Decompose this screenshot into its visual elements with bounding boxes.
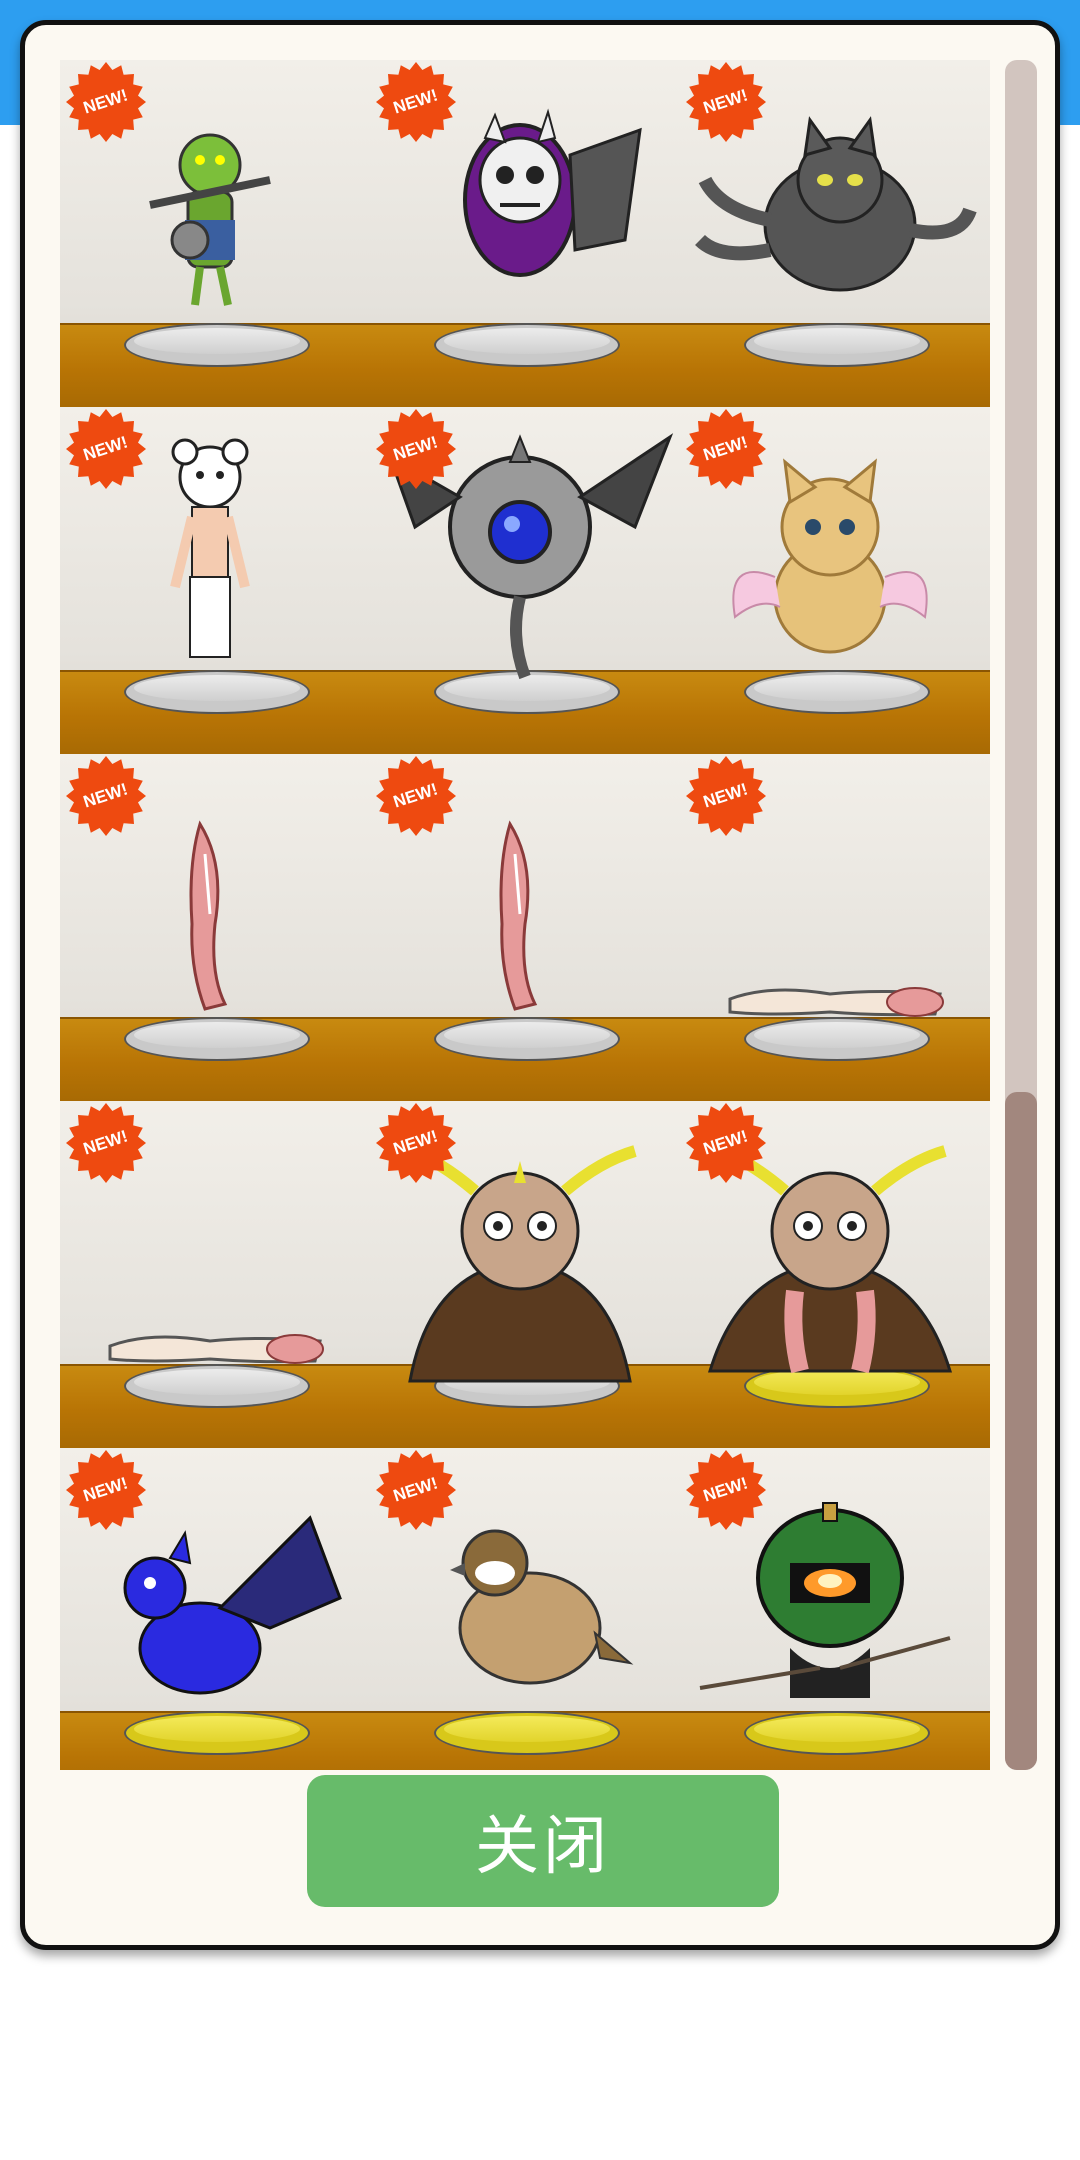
shelf-row: NEW! NEW! NEW! bbox=[60, 1101, 990, 1450]
new-badge-label: NEW! bbox=[391, 1126, 441, 1159]
shelf-row: NEW! NEW! NEW! bbox=[60, 754, 990, 1103]
new-badge-icon: NEW! bbox=[376, 1450, 456, 1530]
creature-slot-pumpkin-head[interactable]: NEW! bbox=[680, 1448, 990, 1770]
close-button[interactable]: 关闭 bbox=[307, 1775, 779, 1907]
creature-slot-orb-bat[interactable]: NEW! bbox=[370, 407, 680, 754]
shelf-row: NEW! NEW! NEW! bbox=[60, 1448, 990, 1770]
creature-slot-antlered-owl-cloak[interactable]: NEW! bbox=[370, 1101, 680, 1448]
new-badge-icon: NEW! bbox=[686, 62, 766, 142]
new-badge-icon: NEW! bbox=[686, 409, 766, 489]
new-badge-icon: NEW! bbox=[66, 409, 146, 489]
new-badge-icon: NEW! bbox=[66, 756, 146, 836]
new-badge-label: NEW! bbox=[81, 779, 131, 812]
scrollbar-thumb[interactable] bbox=[1005, 1092, 1037, 1770]
collection-modal: NEW! NEW! NEW! NEW! NEW! NEW! NEW! NEW! bbox=[20, 20, 1060, 1950]
new-badge-label: NEW! bbox=[391, 1473, 441, 1506]
new-badge-label: NEW! bbox=[81, 1126, 131, 1159]
new-badge-label: NEW! bbox=[701, 1126, 751, 1159]
new-badge-icon: NEW! bbox=[376, 756, 456, 836]
creature-slot-skull-shield[interactable]: NEW! bbox=[370, 60, 680, 407]
creature-slot-multi-tail-cat[interactable]: NEW! bbox=[680, 60, 990, 407]
new-badge-icon: NEW! bbox=[686, 1103, 766, 1183]
collection-grid[interactable]: NEW! NEW! NEW! NEW! NEW! NEW! NEW! NEW! bbox=[60, 60, 990, 1770]
creature-slot-goblin[interactable]: NEW! bbox=[60, 60, 370, 407]
creature-slot-muscle-arm[interactable]: NEW! bbox=[680, 754, 990, 1101]
new-badge-icon: NEW! bbox=[686, 1450, 766, 1530]
creature-slot-muscle-arm[interactable]: NEW! bbox=[60, 1101, 370, 1448]
new-badge-label: NEW! bbox=[391, 85, 441, 118]
shelf-row: NEW! NEW! NEW! bbox=[60, 60, 990, 409]
creature-slot-blue-dragon[interactable]: NEW! bbox=[60, 1448, 370, 1770]
new-badge-label: NEW! bbox=[391, 432, 441, 465]
new-badge-label: NEW! bbox=[81, 432, 131, 465]
new-badge-icon: NEW! bbox=[66, 1103, 146, 1183]
new-badge-icon: NEW! bbox=[66, 62, 146, 142]
new-badge-icon: NEW! bbox=[376, 409, 456, 489]
creature-slot-sparrow[interactable]: NEW! bbox=[370, 1448, 680, 1770]
creature-slot-winged-kitten[interactable]: NEW! bbox=[680, 407, 990, 754]
new-badge-label: NEW! bbox=[701, 85, 751, 118]
new-badge-icon: NEW! bbox=[66, 1450, 146, 1530]
new-badge-label: NEW! bbox=[391, 779, 441, 812]
creature-slot-antlered-owl-full[interactable]: NEW! bbox=[680, 1101, 990, 1448]
new-badge-label: NEW! bbox=[81, 1473, 131, 1506]
creature-slot-muscle-leg[interactable]: NEW! bbox=[370, 754, 680, 1101]
new-badge-label: NEW! bbox=[701, 432, 751, 465]
new-badge-label: NEW! bbox=[81, 85, 131, 118]
new-badge-label: NEW! bbox=[701, 779, 751, 812]
creature-slot-bear-mask-man[interactable]: NEW! bbox=[60, 407, 370, 754]
creature-slot-muscle-leg[interactable]: NEW! bbox=[60, 754, 370, 1101]
new-badge-icon: NEW! bbox=[686, 756, 766, 836]
shelf-row: NEW! NEW! NEW! bbox=[60, 407, 990, 756]
new-badge-icon: NEW! bbox=[376, 62, 456, 142]
new-badge-label: NEW! bbox=[701, 1473, 751, 1506]
new-badge-icon: NEW! bbox=[376, 1103, 456, 1183]
